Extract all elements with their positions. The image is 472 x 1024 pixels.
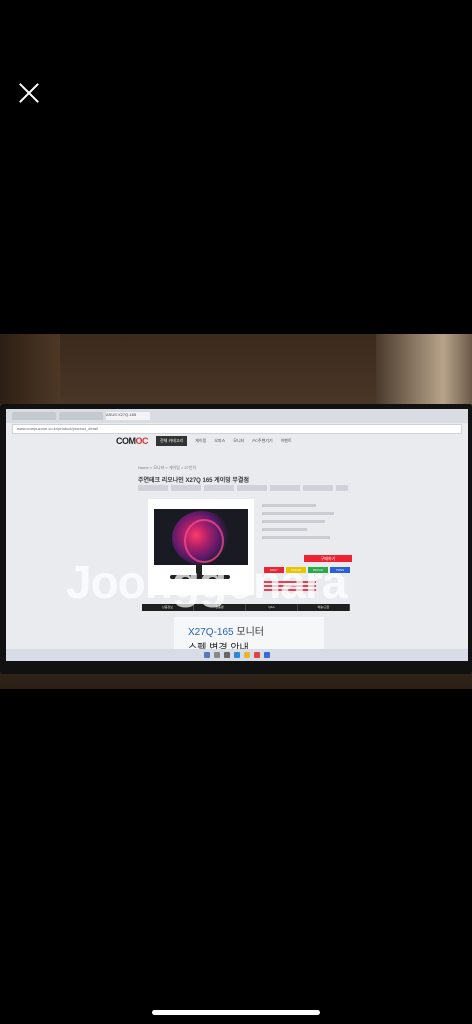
nav-item[interactable]: PC주변기기 <box>252 438 272 444</box>
monitor: ASUS X27Q-165 www.compuzone.co.kr/produc… <box>0 404 472 674</box>
watermark: Joonggonara <box>66 556 347 608</box>
explorer-icon[interactable] <box>244 652 250 658</box>
browser-tab[interactable] <box>12 412 56 420</box>
product-description <box>138 485 348 491</box>
windows-taskbar <box>6 649 468 661</box>
store-icon[interactable] <box>264 652 270 658</box>
banner-model: X27Q-165 <box>188 627 234 638</box>
info-line <box>262 528 307 531</box>
category-button[interactable]: 전체 카테고리 <box>156 436 188 446</box>
logo-main: COM <box>116 436 136 446</box>
edge-icon[interactable] <box>234 652 240 658</box>
banner-model-suffix: 모니터 <box>233 627 264 638</box>
nav-item[interactable]: 오피스 <box>214 438 225 444</box>
search-icon[interactable] <box>214 652 220 658</box>
close-button[interactable] <box>16 80 42 106</box>
banner-model-line: X27Q-165 모니터 <box>188 623 264 638</box>
nav-item[interactable]: 모니터 <box>233 438 244 444</box>
nav-item[interactable]: 게이밍 <box>195 438 206 444</box>
browser-tab-active[interactable]: ASUS X27Q-165 <box>106 412 150 420</box>
taskview-icon[interactable] <box>224 652 230 658</box>
info-line <box>262 536 330 539</box>
home-indicator[interactable] <box>152 1010 320 1015</box>
wall-right <box>376 334 472 404</box>
browser-tab[interactable] <box>59 412 103 420</box>
chrome-icon[interactable] <box>254 652 260 658</box>
nav-item[interactable]: 이벤트 <box>281 438 292 444</box>
monitor-screen: ASUS X27Q-165 www.compuzone.co.kr/produc… <box>6 409 468 661</box>
logo-accent: OC <box>135 436 149 446</box>
info-line <box>262 512 334 515</box>
photo: ASUS X27Q-165 www.compuzone.co.kr/produc… <box>0 334 472 689</box>
breadcrumb: Home > 모니터 > 게이밍 > 27인치 <box>138 465 197 470</box>
address-bar[interactable]: www.compuzone.co.kr/product/product_deta… <box>12 424 462 434</box>
info-line <box>262 520 325 523</box>
site-nav: COMOC 전체 카테고리 게이밍 오피스 모니터 PC주변기기 이벤트 <box>116 435 356 447</box>
site-logo[interactable]: COMOC <box>116 436 148 446</box>
browser-tabbar: ASUS X27Q-165 <box>6 409 468 423</box>
info-line <box>262 504 316 507</box>
product-title: 주연테크 리오나인 X27Q 165 게이밍 무결점 <box>138 478 249 484</box>
start-icon[interactable] <box>204 652 210 658</box>
wall-left <box>0 334 60 404</box>
